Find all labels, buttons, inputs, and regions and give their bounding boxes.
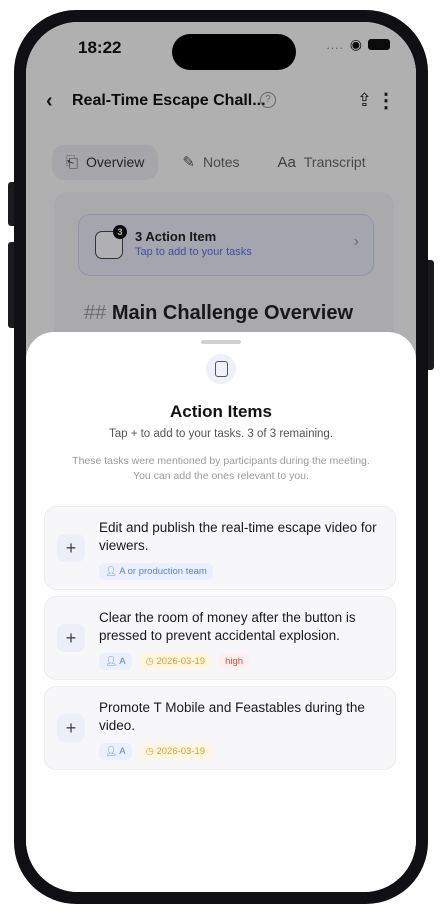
action-item: + Clear the room of money after the butt… <box>44 596 396 680</box>
sheet-title: Action Items <box>169 402 273 421</box>
action-item-text: Edit and publish the real-time escape vi… <box>99 520 377 553</box>
sheet-note: These tasks were mentioned by participan… <box>72 455 370 482</box>
clipboard-icon <box>206 354 236 384</box>
action-item: + Edit and publish the real-time escape … <box>44 506 396 590</box>
item-tags: 👤︎ A ◷ 2026-03-19 high <box>99 653 250 670</box>
assignee-badge: 👤︎ A or production team <box>99 563 213 580</box>
screen: 18:22 .... ◉ ‹ Real-Time Escape Chall...… <box>26 22 416 892</box>
assignee-badge: 👤︎ A <box>99 743 132 760</box>
due-date-badge: ◷ 2026-03-19 <box>139 653 212 670</box>
action-item: + Promote T Mobile and Feastables during… <box>44 686 396 770</box>
action-items-sheet: Action Items Tap + to add to your tasks.… <box>26 332 416 892</box>
add-task-button[interactable]: + <box>57 534 85 562</box>
sheet-subtitle: Tap + to add to your tasks. 3 of 3 remai… <box>108 428 334 440</box>
add-task-button[interactable]: + <box>57 624 85 652</box>
assignee-badge: 👤︎ A <box>99 653 132 670</box>
phone-frame: 18:22 .... ◉ ‹ Real-Time Escape Chall...… <box>8 10 434 904</box>
priority-badge: high <box>219 653 250 670</box>
due-date-badge: ◷ 2026-03-19 <box>139 743 212 760</box>
item-tags: 👤︎ A ◷ 2026-03-19 <box>99 743 212 760</box>
action-item-text: Promote T Mobile and Feastables during t… <box>99 700 365 733</box>
item-tags: 👤︎ A or production team <box>99 563 213 580</box>
action-item-text: Clear the room of money after the button… <box>99 610 356 643</box>
sheet-grabber[interactable] <box>201 340 241 344</box>
power-button <box>428 260 434 370</box>
add-task-button[interactable]: + <box>57 714 85 742</box>
clipboard-shape <box>215 361 228 377</box>
